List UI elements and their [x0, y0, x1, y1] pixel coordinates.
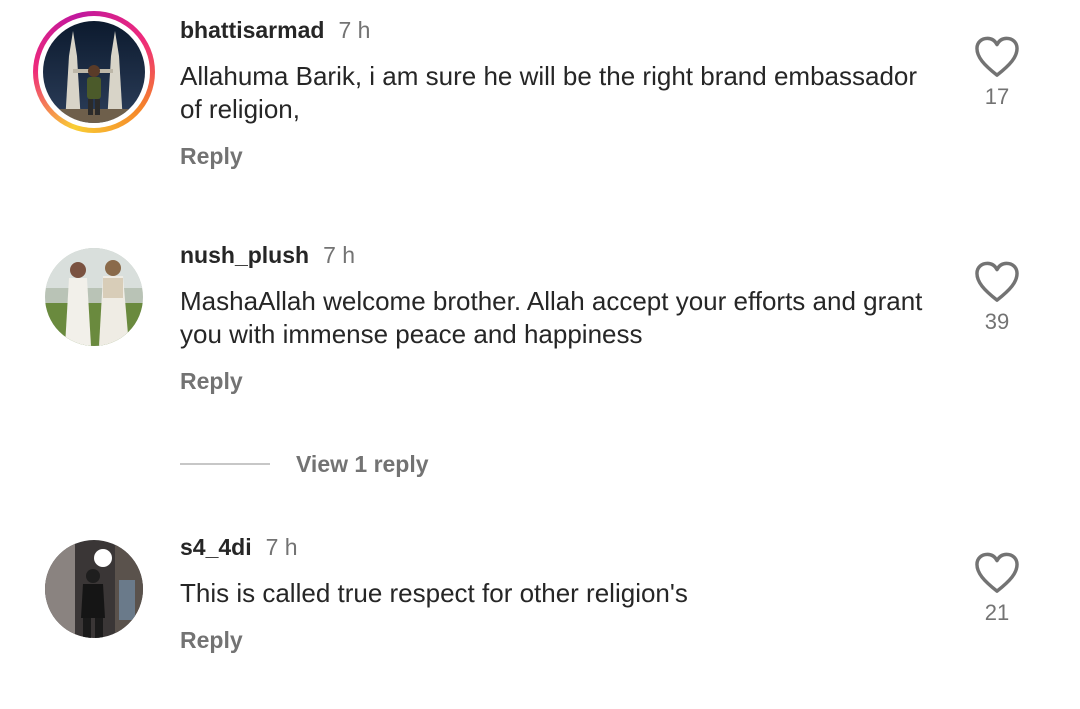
reply-button[interactable]: Reply [180, 367, 243, 395]
like-control: 39 [970, 261, 1024, 335]
comment-meta: s4_4di 7 h [180, 533, 298, 561]
comment-meta: bhattisarmad 7 h [180, 16, 370, 44]
like-count: 17 [984, 84, 1010, 109]
comment-username[interactable]: bhattisarmad [180, 17, 324, 43]
avatar[interactable] [45, 248, 143, 346]
reply-button[interactable]: Reply [180, 626, 243, 654]
like-count: 21 [984, 600, 1010, 625]
reply-button[interactable]: Reply [180, 142, 243, 170]
comment-meta: nush_plush 7 h [180, 241, 355, 269]
avatar [43, 21, 145, 123]
view-replies-label: View 1 reply [296, 450, 429, 477]
comment-time: 7 h [338, 17, 371, 43]
heart-outline-icon[interactable] [974, 36, 1020, 78]
story-ring[interactable] [33, 11, 155, 133]
replies-divider-line [180, 463, 270, 465]
comment-item: s4_4di 7 h This is called true respect fo… [0, 520, 1080, 670]
like-control: 17 [970, 36, 1024, 110]
avatar-photo-towers [43, 21, 145, 123]
comment-username[interactable]: nush_plush [180, 242, 309, 268]
comment-time: 7 h [265, 534, 298, 560]
avatar-photo-mirror [45, 540, 143, 638]
comment-text: Allahuma Barik, i am sure he will be the… [180, 61, 918, 124]
like-count: 39 [984, 309, 1010, 334]
avatar[interactable] [45, 540, 143, 638]
comment-time: 7 h [323, 242, 356, 268]
comment-text: This is called true respect for other re… [180, 578, 688, 608]
comment-item: bhattisarmad 7 h Allahuma Barik, i am sur… [0, 0, 1080, 200]
comment-item: nush_plush 7 h MashaAllah welcome brother… [0, 230, 1080, 410]
view-replies-button[interactable]: View 1 reply [180, 450, 429, 478]
heart-outline-icon[interactable] [974, 261, 1020, 303]
comment-text: MashaAllah welcome brother. Allah accept… [180, 286, 923, 349]
heart-outline-icon[interactable] [974, 552, 1020, 594]
comment-username[interactable]: s4_4di [180, 534, 252, 560]
avatar-photo-dresses [45, 248, 143, 346]
like-control: 21 [970, 552, 1024, 626]
